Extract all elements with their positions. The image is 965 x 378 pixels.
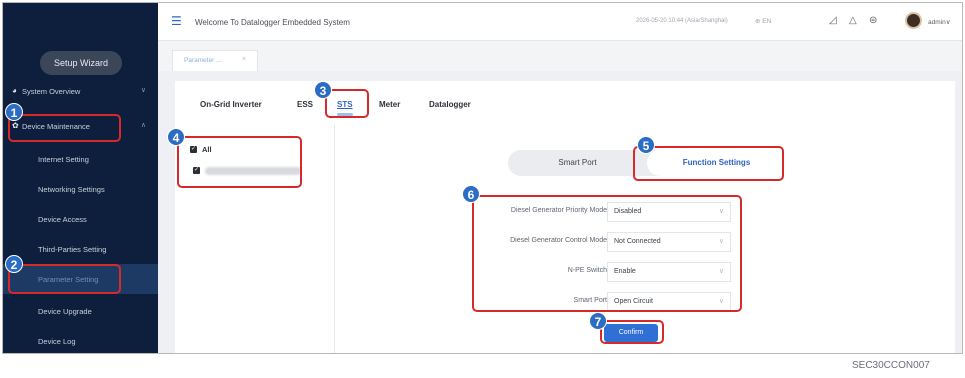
language-selector[interactable]: ⊕ EN (755, 17, 771, 25)
chevron-down-icon: ∨ (140, 87, 146, 94)
tab-meter[interactable]: Meter (379, 100, 400, 109)
callout-badge-6: 6 (462, 185, 480, 203)
header-datetime: 2026-05-20 10:44 (Asia/Shanghai) (636, 18, 728, 24)
chevron-up-icon: ∧ (140, 122, 146, 129)
callout-box-6 (472, 195, 742, 312)
sidebar-item-label: Device Access (38, 215, 87, 224)
avatar[interactable] (905, 12, 922, 29)
callout-box-5 (633, 146, 784, 181)
sidebar-item-system-overview[interactable]: ◕ System Overview ∨ (3, 76, 158, 106)
sidebar-item-internet-setting[interactable]: Internet Setting (3, 144, 158, 174)
callout-badge-3: 3 (314, 81, 332, 99)
top-header: ☰ Welcome To Datalogger Embedded System … (158, 3, 962, 41)
tab-datalogger[interactable]: Datalogger (429, 100, 471, 109)
app-title: Welcome To Datalogger Embedded System (195, 18, 350, 27)
username: admin (928, 19, 946, 26)
callout-box-4 (177, 136, 302, 188)
sidebar-item-device-log[interactable]: Device Log (3, 326, 158, 353)
sidebar: Setup Wizard ◕ System Overview ∨ ✿ Devic… (3, 3, 158, 353)
sidebar-item-label: Internet Setting (38, 155, 89, 164)
setup-wizard-button[interactable]: Setup Wizard (40, 51, 122, 75)
alarm-bell-icon[interactable]: △ (849, 15, 857, 26)
globe-icon: ⊕ (755, 18, 761, 25)
sidebar-item-networking-settings[interactable]: Networking Settings (3, 174, 158, 204)
page-tab-parameter[interactable]: Parameter ... × (172, 50, 258, 71)
callout-box-7 (600, 320, 664, 344)
segment-smart-port[interactable]: Smart Port (508, 150, 647, 176)
app-window: Setup Wizard ◕ System Overview ∨ ✿ Devic… (2, 2, 963, 354)
callout-badge-1: 1 (5, 103, 23, 121)
callout-box-1 (8, 114, 121, 142)
pie-chart-icon: ◕ (12, 86, 17, 95)
sidebar-item-label: Third-Parties Setting (38, 245, 107, 254)
callout-badge-5: 5 (637, 136, 655, 154)
sidebar-item-label: Device Log (38, 337, 76, 346)
callout-badge-4: 4 (167, 128, 185, 146)
sidebar-item-device-access[interactable]: Device Access (3, 204, 158, 234)
sidebar-item-label: System Overview (22, 87, 81, 96)
callout-box-2 (8, 264, 121, 294)
figure-caption: SEC30CCON007 (852, 360, 930, 371)
tab-on-grid-inverter[interactable]: On-Grid Inverter (200, 100, 262, 109)
settings-circle-icon[interactable]: ⊜ (869, 15, 877, 26)
hamburger-menu-icon[interactable]: ☰ (171, 14, 182, 28)
sidebar-item-label: Networking Settings (38, 185, 105, 194)
signal-icon[interactable]: ◿ (829, 15, 837, 26)
tab-ess[interactable]: ESS (297, 100, 313, 109)
page-tab-label: Parameter ... (184, 57, 222, 64)
sidebar-item-third-parties-setting[interactable]: Third-Parties Setting (3, 234, 158, 264)
callout-box-3 (325, 89, 369, 118)
callout-badge-2: 2 (5, 255, 23, 273)
sidebar-item-device-upgrade[interactable]: Device Upgrade (3, 296, 158, 326)
sidebar-item-label: Device Upgrade (38, 307, 92, 316)
callout-badge-7: 7 (589, 312, 607, 330)
close-icon[interactable]: × (242, 56, 246, 63)
page-tabstrip: Parameter ... × (158, 41, 962, 71)
language-label: EN (762, 18, 772, 25)
user-menu[interactable]: admin∨ (928, 18, 950, 26)
